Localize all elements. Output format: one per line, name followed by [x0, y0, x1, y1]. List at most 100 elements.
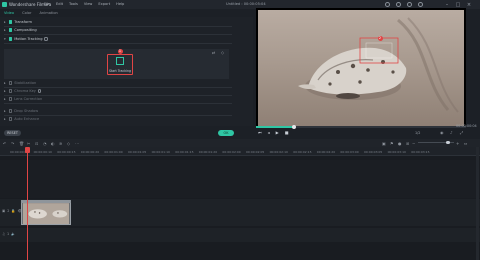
reset-button[interactable]: RESET: [4, 130, 21, 136]
menu-item-tools[interactable]: Tools: [69, 2, 78, 6]
section-checkbox[interactable]: [9, 20, 13, 24]
section-lens-correction[interactable]: ▸ Lens Correction: [4, 97, 42, 101]
tab-animation[interactable]: Animation: [39, 11, 57, 15]
mute-icon[interactable]: 🔈: [11, 232, 15, 236]
lightbulb-icon[interactable]: [396, 1, 401, 7]
section-checkbox[interactable]: [9, 97, 13, 101]
color-icon[interactable]: ◐: [51, 141, 55, 146]
audio-icon[interactable]: ≋: [59, 141, 62, 146]
chevron-right-icon[interactable]: ▸: [4, 89, 7, 93]
ruler-tick-label: 00:00:03:15: [411, 150, 430, 155]
scrubber-handle[interactable]: [291, 124, 296, 129]
menu-item-export[interactable]: Export: [98, 2, 110, 6]
playhead-handle[interactable]: [25, 147, 30, 153]
account-icon[interactable]: [385, 1, 390, 7]
fullscreen-icon[interactable]: ⤢: [460, 130, 463, 135]
section-motion-tracking[interactable]: ▾ Motion Tracking: [4, 37, 48, 41]
playback-controls: ⏮ ◂ ▶ ■: [258, 130, 288, 135]
section-transform[interactable]: ▸ Transform: [4, 20, 32, 24]
volume-icon[interactable]: ♪: [450, 130, 453, 135]
render-icon[interactable]: ▣: [382, 141, 386, 146]
chevron-down-icon[interactable]: ▾: [4, 37, 7, 41]
section-label: Drop Shadow: [14, 109, 39, 113]
zoom-slider-handle[interactable]: [446, 140, 450, 145]
editor-tabs: Video Color Animation: [0, 9, 253, 17]
marker-icon[interactable]: ⚑: [390, 141, 394, 146]
split-icon[interactable]: ✂: [27, 141, 30, 146]
fit-timeline-icon[interactable]: ⇔: [464, 141, 467, 146]
voiceover-icon[interactable]: ⊞: [406, 141, 409, 146]
tab-color[interactable]: Color: [22, 11, 31, 15]
preview-quality[interactable]: 1/2: [415, 131, 420, 135]
previous-frame-icon[interactable]: ⏮: [258, 130, 262, 135]
speed-icon[interactable]: ◔: [43, 141, 47, 146]
section-stabilization[interactable]: ▸ Stabilization: [4, 81, 36, 85]
keyframe-icon[interactable]: ◇: [221, 50, 224, 55]
ok-button[interactable]: OK: [218, 130, 234, 136]
info-icon[interactable]: [37, 89, 42, 93]
mic-icon[interactable]: ●: [398, 141, 402, 146]
section-drop-shadow[interactable]: ▸ Drop Shadow: [4, 109, 38, 113]
timeline-scrollbar[interactable]: [476, 147, 479, 260]
section-label: Compositing: [14, 28, 37, 32]
zoom-out-icon[interactable]: −: [412, 141, 415, 146]
undo-icon[interactable]: ↶: [3, 141, 6, 146]
info-icon[interactable]: [44, 37, 48, 41]
minimize-icon[interactable]: –: [444, 2, 450, 8]
chevron-right-icon[interactable]: ▸: [4, 28, 7, 32]
section-label: Lens Correction: [14, 97, 43, 101]
audio-track-1: [0, 228, 480, 242]
section-compositing[interactable]: ▸ Compositing: [4, 28, 37, 32]
section-checkbox[interactable]: [9, 117, 13, 121]
redo-icon[interactable]: ↷: [11, 141, 14, 146]
crop-icon[interactable]: ⊡: [35, 141, 38, 146]
download-icon[interactable]: [418, 1, 423, 7]
section-chroma-key[interactable]: ▸ Chroma Key: [4, 89, 42, 93]
chevron-right-icon[interactable]: ▸: [4, 20, 7, 24]
video-clip[interactable]: [21, 200, 71, 225]
menu-item-file[interactable]: File: [44, 2, 50, 6]
chevron-right-icon[interactable]: ▸: [4, 117, 7, 121]
section-label: Stabilization: [14, 81, 37, 85]
delete-icon[interactable]: 🗑: [19, 141, 24, 146]
menu-item-help[interactable]: Help: [116, 2, 124, 6]
preview-timecode: 00:00:00:04: [456, 124, 477, 128]
chevron-right-icon[interactable]: ▸: [4, 81, 7, 85]
reset-section-icon[interactable]: ⇄: [212, 50, 215, 55]
section-checkbox[interactable]: [9, 109, 13, 113]
snapshot-icon[interactable]: ◉: [440, 130, 444, 135]
zoom-in-icon[interactable]: +: [456, 141, 459, 146]
keyframe-toolbar-icon[interactable]: ◇: [67, 141, 70, 146]
chevron-right-icon[interactable]: ▸: [4, 97, 7, 101]
stop-icon[interactable]: ■: [285, 130, 289, 135]
section-divider: [4, 95, 232, 96]
ruler-tick-label: 00:00:03:00: [340, 150, 359, 155]
section-checkbox[interactable]: [9, 37, 13, 41]
more-tools-icon[interactable]: ⋯: [75, 141, 79, 146]
section-auto-enhance[interactable]: ▸ Auto Enhance: [4, 117, 39, 121]
menu-item-edit[interactable]: Edit: [56, 2, 63, 6]
playhead[interactable]: [27, 147, 28, 260]
video-track-number: 2: [7, 209, 10, 213]
notification-icon[interactable]: [407, 1, 412, 7]
step-back-icon[interactable]: ◂: [268, 130, 270, 135]
section-checkbox[interactable]: [9, 81, 13, 85]
section-checkbox[interactable]: [9, 28, 13, 32]
tab-video[interactable]: Video: [4, 11, 14, 15]
section-checkbox[interactable]: [9, 89, 13, 93]
ruler-tick-label: 00:00:01:00: [104, 150, 123, 155]
timeline-ruler[interactable]: 00:00:00:00 00:00:00:10 00:00:00:15 00:00:0…: [0, 147, 480, 156]
close-icon[interactable]: ×: [466, 2, 472, 8]
maximize-icon[interactable]: □: [455, 2, 461, 8]
titlebar-icons: [385, 1, 423, 7]
video-track-header: ▣ 2 🔒 👁: [0, 209, 22, 213]
menu-item-view[interactable]: View: [84, 2, 93, 6]
play-icon[interactable]: ▶: [276, 130, 279, 135]
lock-icon[interactable]: 🔒: [11, 209, 15, 213]
chevron-right-icon[interactable]: ▸: [4, 109, 7, 113]
app-logo-icon: [2, 2, 7, 7]
ruler-tick-label: 00:00:03:10: [387, 150, 406, 155]
track-empty-area: [0, 160, 480, 198]
start-tracking-label: Start Tracking: [108, 69, 132, 73]
ruler-tick-label: 00:00:01:10: [151, 150, 170, 155]
